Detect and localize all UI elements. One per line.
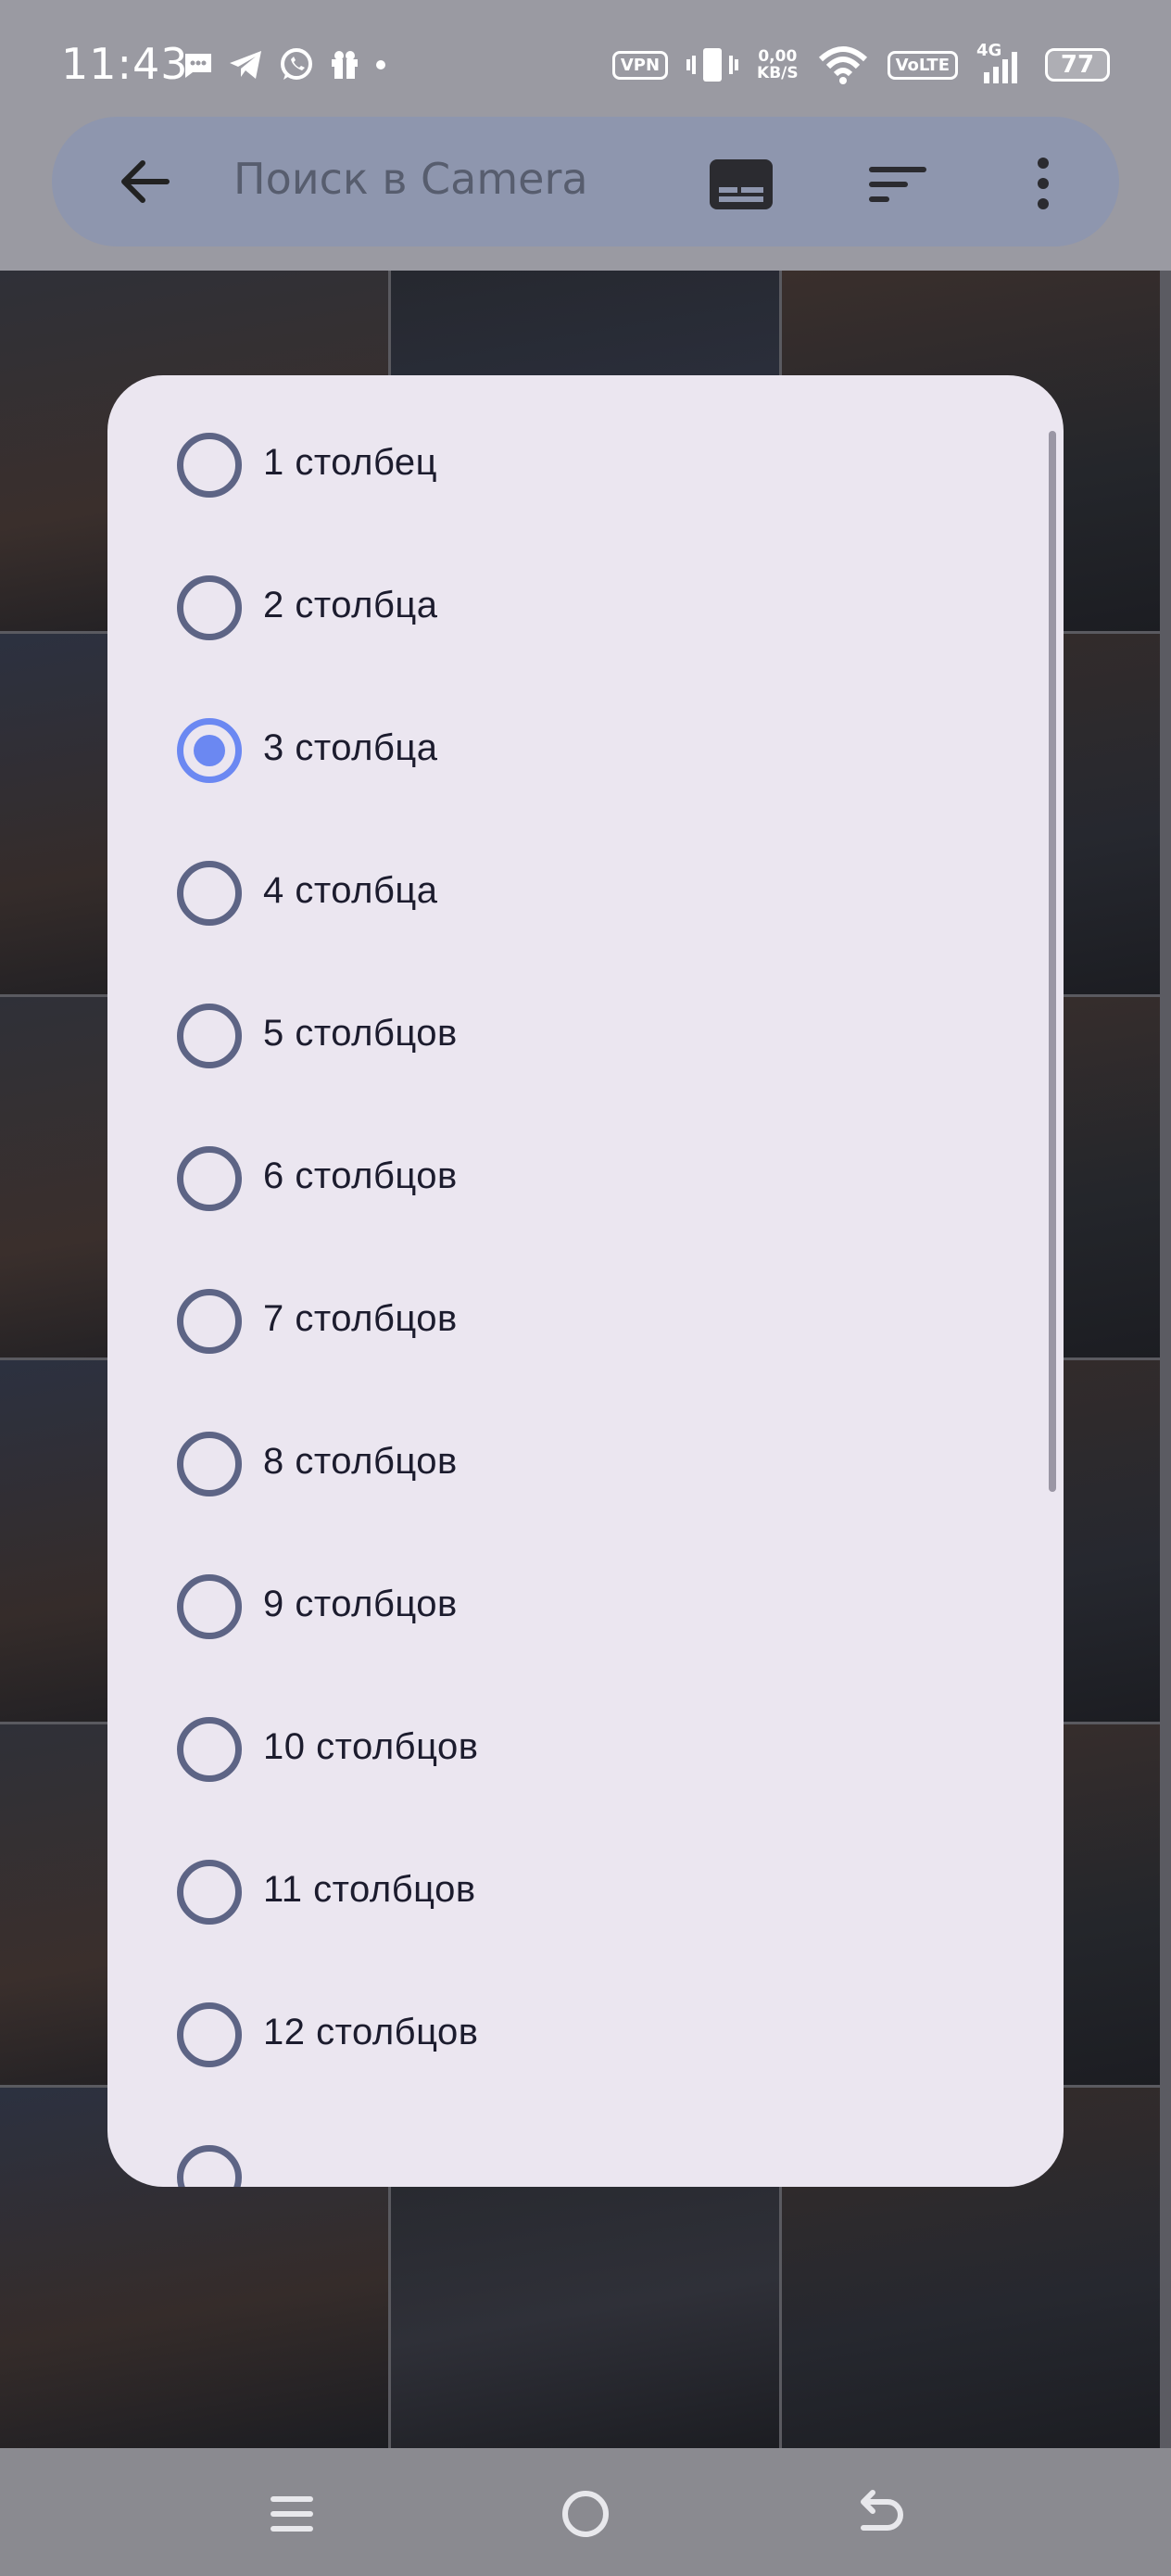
vibrate-bluetooth-icon: [686, 48, 739, 82]
column-option-label: 7 столбцов: [263, 1298, 458, 1339]
subtitles-icon[interactable]: [708, 150, 774, 217]
status-time: 11:43: [61, 39, 189, 89]
whatsapp-icon: [281, 48, 312, 80]
column-option[interactable]: 9 столбцов: [107, 1539, 1064, 1682]
cellular-signal: 4G: [976, 41, 1026, 85]
radio-unselected-icon[interactable]: [177, 861, 242, 926]
column-option[interactable]: 12 столбцов: [107, 1967, 1064, 2110]
column-option-label: 8 столбцов: [263, 1441, 458, 1482]
column-option-label: 11 столбцов: [263, 1869, 476, 1910]
column-option-label: 9 столбцов: [263, 1584, 458, 1624]
back-icon[interactable]: [847, 2481, 912, 2546]
radio-unselected-icon[interactable]: [177, 1289, 242, 1354]
column-option-label: 2 столбца: [263, 585, 438, 625]
column-option[interactable]: 7 столбцов: [107, 1254, 1064, 1396]
column-option-label: 6 столбцов: [263, 1155, 458, 1196]
speed-unit: KB/S: [757, 64, 799, 82]
column-option[interactable]: 11 столбцов: [107, 1825, 1064, 1967]
radio-unselected-icon[interactable]: [177, 433, 242, 498]
battery-indicator: 77: [1045, 48, 1110, 82]
radio-selected-icon[interactable]: [177, 718, 242, 783]
column-option-label: 5 столбцов: [263, 1013, 458, 1054]
radio-unselected-icon[interactable]: [177, 1717, 242, 1782]
column-option-label: 3 столбца: [263, 727, 438, 768]
more-vert-icon[interactable]: [1010, 150, 1077, 217]
dot-icon: [376, 60, 385, 69]
telegram-icon: [230, 51, 261, 79]
gift-icon: [332, 51, 358, 79]
network-speed: 0,00 KB/S: [757, 48, 799, 82]
column-option[interactable]: 3 столбца: [107, 683, 1064, 826]
message-icon: [185, 54, 211, 78]
column-option-label: 10 столбцов: [263, 1726, 479, 1767]
radio-unselected-icon[interactable]: [177, 1860, 242, 1925]
signal-bars-icon: [984, 52, 1017, 83]
dialog-scrollbar[interactable]: [1049, 431, 1056, 1492]
column-option[interactable]: 4 столбца: [107, 826, 1064, 968]
radio-unselected-icon[interactable]: [177, 1004, 242, 1068]
column-option-label: 1 столбец: [263, 442, 438, 483]
radio-unselected-icon[interactable]: [177, 575, 242, 640]
search-input[interactable]: Поиск в Camera: [233, 154, 588, 204]
status-bar: 11:43 VPN 0,00 KB/S VoLTE 4G 77: [0, 0, 1171, 120]
radio-unselected-icon[interactable]: [177, 1432, 242, 1496]
volte-badge: VoLTE: [887, 50, 958, 80]
column-option[interactable]: 1 столбец: [107, 398, 1064, 540]
status-right: VPN 0,00 KB/S VoLTE 4G 77: [611, 41, 1110, 85]
column-option[interactable]: [107, 2110, 1064, 2187]
vpn-badge: VPN: [611, 50, 669, 80]
navigation-bar: [0, 2448, 1171, 2576]
menu-icon[interactable]: [259, 2481, 324, 2546]
home-circle-icon[interactable]: [553, 2481, 618, 2546]
wifi-icon: [818, 46, 867, 84]
column-options-list[interactable]: 1 столбец 2 столбца 3 столбца 4 столбца 5 ст…: [107, 398, 1064, 2187]
column-option[interactable]: 6 столбцов: [107, 1111, 1064, 1254]
radio-unselected-icon[interactable]: [177, 1574, 242, 1639]
back-arrow-icon[interactable]: [115, 152, 174, 211]
column-count-dialog: 1 столбец 2 столбца 3 столбца 4 столбца 5 ст…: [107, 375, 1064, 2187]
search-bar[interactable]: Поиск в Camera: [52, 117, 1119, 246]
column-option-label: 4 столбца: [263, 870, 438, 911]
column-option[interactable]: 5 столбцов: [107, 968, 1064, 1111]
column-option-label: 12 столбцов: [263, 2012, 479, 2052]
speed-value: 0,00: [758, 47, 798, 66]
radio-unselected-icon[interactable]: [177, 2145, 242, 2187]
radio-unselected-icon[interactable]: [177, 2002, 242, 2067]
radio-unselected-icon[interactable]: [177, 1146, 242, 1211]
column-option[interactable]: 8 столбцов: [107, 1396, 1064, 1539]
column-option[interactable]: 10 столбцов: [107, 1682, 1064, 1825]
notification-icons: [182, 46, 387, 83]
grid-scrollbar[interactable]: [1160, 271, 1171, 2448]
column-option[interactable]: 2 столбца: [107, 540, 1064, 683]
sort-icon[interactable]: [865, 150, 932, 217]
